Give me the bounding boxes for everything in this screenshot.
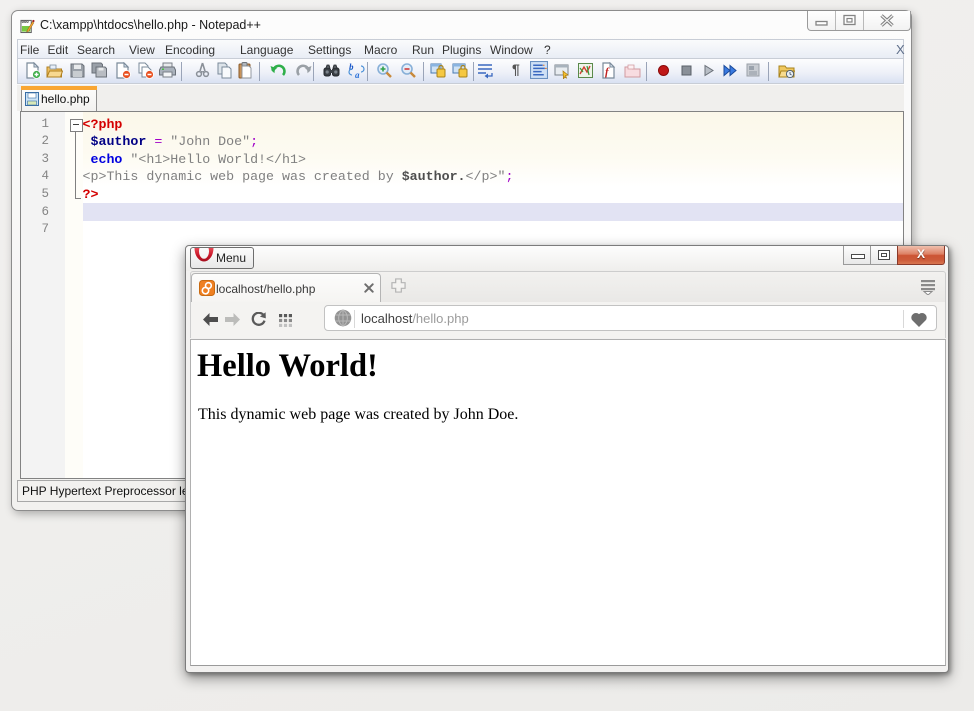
svg-text:a: a bbox=[355, 70, 360, 79]
